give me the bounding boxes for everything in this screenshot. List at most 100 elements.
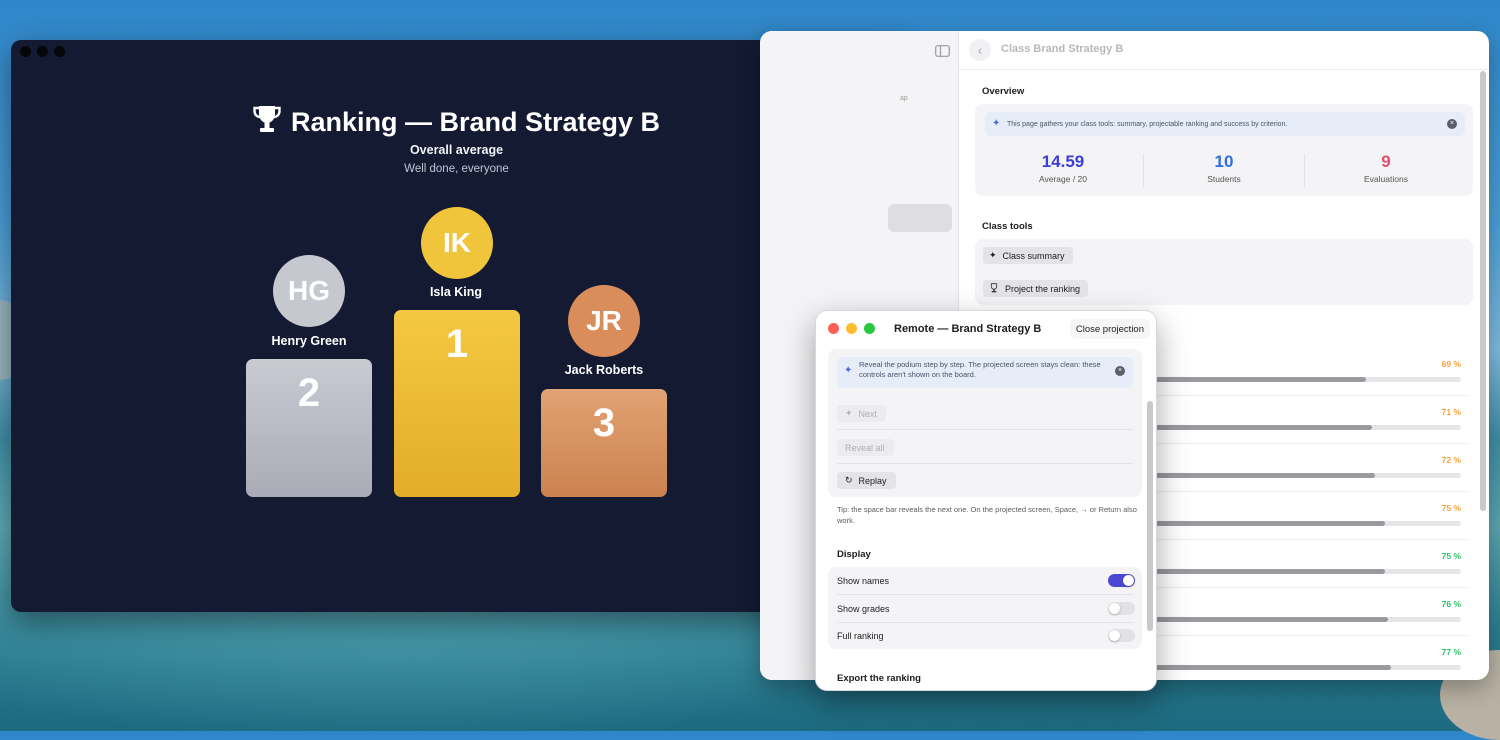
show-names-toggle[interactable]	[1108, 574, 1135, 587]
close-projection-button[interactable]: Close projection	[1069, 319, 1150, 339]
avatar-first: IK	[421, 207, 493, 279]
avatar-second: HG	[273, 255, 345, 327]
podium-block-first: 1	[394, 310, 520, 497]
criterion-bar-fill	[1155, 377, 1367, 382]
criterion-percent: 75 %	[1441, 503, 1461, 513]
toggle-knob	[1109, 630, 1120, 641]
dismiss-icon[interactable]: ×	[1115, 366, 1125, 376]
close-dot[interactable]	[20, 46, 31, 57]
class-toolbar: ‹ Class Brand Strategy B	[959, 31, 1489, 70]
toggle-row-show-grades: Show grades	[837, 595, 1135, 622]
trophy-icon	[989, 282, 999, 295]
avatar-third: JR	[568, 285, 640, 357]
criterion-percent: 69 %	[1441, 359, 1461, 369]
remote-title: Remote — Brand Strategy B	[894, 323, 1042, 335]
toggle-row-show-names: Show names	[837, 567, 1135, 594]
class-title: Class Brand Strategy B	[1001, 43, 1124, 55]
minimize-dot[interactable]	[37, 46, 48, 57]
back-button[interactable]: ‹	[969, 39, 991, 61]
project-ranking-button[interactable]: Project the ranking	[983, 280, 1089, 297]
window-controls[interactable]	[828, 323, 875, 334]
projection-title-text: Ranking — Brand Strategy B	[290, 107, 661, 137]
podium-name-first: Isla King	[429, 285, 483, 299]
stat-label: Students	[1207, 174, 1241, 184]
sidebar-toggle-icon[interactable]	[935, 44, 950, 62]
divider	[837, 429, 1133, 430]
toggle-label: Show names	[837, 575, 890, 586]
class-tools-heading: Class tools	[982, 221, 1033, 232]
display-card: Show names Show grades Full ranking	[828, 567, 1142, 649]
toggle-label: Full ranking	[837, 630, 884, 641]
next-label: Next	[858, 408, 878, 419]
criterion-bar	[1155, 665, 1461, 670]
sidebar-selected-item[interactable]	[888, 204, 952, 232]
criterion-bar-fill	[1155, 425, 1373, 430]
display-heading: Display	[837, 549, 871, 560]
remote-tip: Tip: the space bar reveals the next one.…	[837, 505, 1137, 525]
criterion-percent: 77 %	[1441, 647, 1461, 657]
remote-header: Remote — Brand Strategy B Close projecti…	[816, 311, 1156, 347]
criterion-bar	[1155, 425, 1461, 430]
sparkle-icon: ✦	[989, 250, 997, 260]
stat-value: 14.59	[1041, 152, 1085, 171]
next-button[interactable]: ✦ Next	[837, 405, 887, 422]
class-summary-label: Class summary	[1002, 250, 1065, 261]
criterion-bar-fill	[1155, 473, 1376, 478]
criterion-percent: 75 %	[1441, 551, 1461, 561]
sparkle-icon: ✦	[844, 365, 853, 376]
scrollbar[interactable]	[1147, 401, 1153, 631]
remote-panel: Remote — Brand Strategy B Close projecti…	[815, 310, 1157, 691]
criterion-row: 75 %	[1155, 493, 1467, 540]
stat-students: 10 Students	[1144, 152, 1304, 184]
stat-average: 14.59 Average / 20	[983, 152, 1143, 184]
podium-block-second: 2	[246, 359, 372, 497]
class-tools-card: ✦ Class summary Project the ranking	[975, 239, 1473, 305]
reveal-all-label: Reveal all	[845, 442, 885, 453]
toggle-knob	[1123, 575, 1134, 586]
podium-name-third: Jack Roberts	[564, 363, 644, 377]
dismiss-icon[interactable]: ×	[1447, 119, 1457, 129]
sparkle-icon: ✦	[845, 408, 853, 418]
remote-controls-card: ✦ Reveal the podium step by step. The pr…	[828, 349, 1142, 497]
stat-label: Evaluations	[1364, 174, 1408, 184]
class-summary-button[interactable]: ✦ Class summary	[983, 247, 1073, 264]
criterion-bar-fill	[1155, 569, 1385, 574]
minimize-dot[interactable]	[846, 323, 857, 334]
criterion-bar-fill	[1155, 665, 1391, 670]
window-controls[interactable]	[20, 46, 65, 57]
criterion-row: 77 %	[1155, 637, 1467, 680]
podium-name-second: Henry Green	[271, 334, 347, 348]
podium-block-third: 3	[541, 389, 667, 497]
replay-icon: ↻	[845, 475, 853, 485]
criterion-percent: 72 %	[1441, 455, 1461, 465]
show-grades-toggle[interactable]	[1108, 602, 1135, 615]
remote-info-text: Reveal the podium step by step. The proj…	[859, 360, 1101, 379]
criterion-row: 75 %	[1155, 541, 1467, 588]
divider	[837, 463, 1133, 464]
zoom-dot[interactable]	[54, 46, 65, 57]
scrollbar[interactable]	[1480, 71, 1486, 511]
overview-info-banner: ✦ This page gathers your class tools: su…	[985, 112, 1465, 136]
stat-value: 10	[1214, 152, 1234, 171]
criterion-bar	[1155, 569, 1461, 574]
replay-label: Replay	[858, 475, 887, 486]
criterion-bar	[1155, 473, 1461, 478]
stat-value: 9	[1381, 152, 1391, 171]
criterion-bar-fill	[1155, 521, 1385, 526]
zoom-dot[interactable]	[864, 323, 875, 334]
toggle-label: Show grades	[837, 603, 890, 614]
criterion-row: 69 %	[1155, 349, 1467, 396]
toggle-knob	[1109, 603, 1120, 614]
criterion-bar	[1155, 377, 1461, 382]
export-heading: Export the ranking	[837, 673, 921, 684]
sparkle-icon: ✦	[992, 118, 1001, 129]
criterion-row: 71 %	[1155, 397, 1467, 444]
reveal-all-button[interactable]: Reveal all	[837, 439, 894, 456]
replay-button[interactable]: ↻ Replay	[837, 472, 896, 489]
close-dot[interactable]	[828, 323, 839, 334]
overview-card: ✦ This page gathers your class tools: su…	[975, 104, 1473, 196]
trophy-icon	[253, 104, 281, 141]
project-ranking-label: Project the ranking	[1005, 283, 1081, 294]
stat-label: Average / 20	[1038, 174, 1088, 184]
full-ranking-toggle[interactable]	[1108, 629, 1135, 642]
